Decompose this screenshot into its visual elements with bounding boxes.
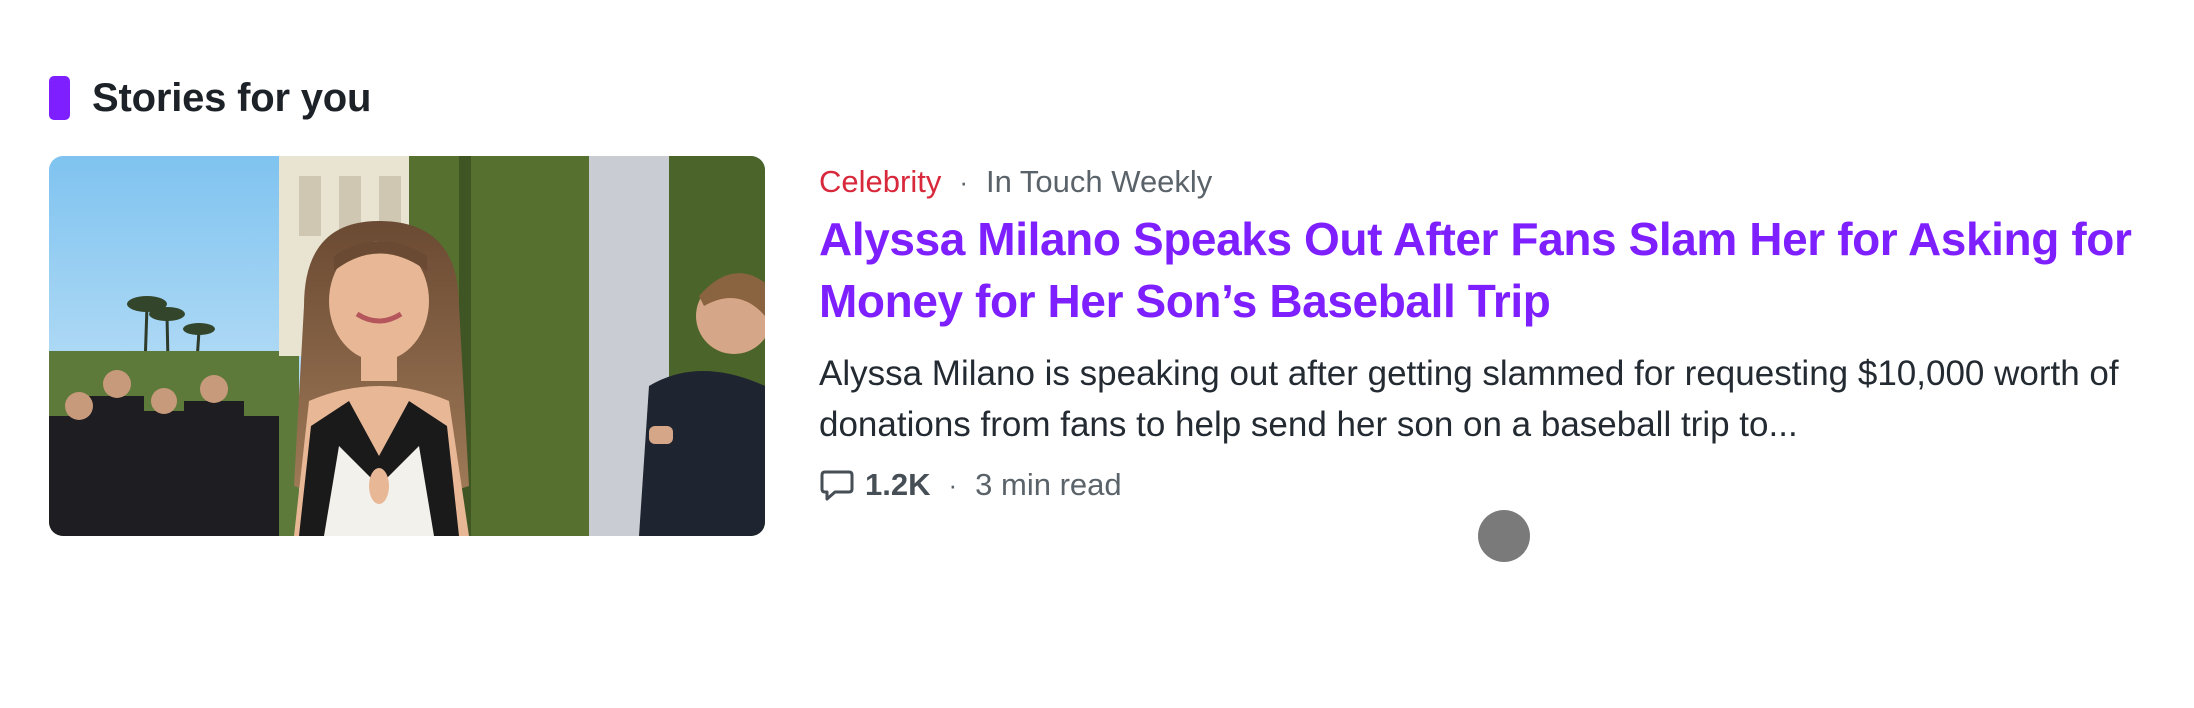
story-thumbnail[interactable] xyxy=(49,156,765,536)
meta-separator: · xyxy=(959,166,968,197)
section-header: Stories for you xyxy=(49,72,371,124)
story-footer: 1.2K · 3 min read xyxy=(819,460,1122,510)
read-time: 3 min read xyxy=(975,467,1122,502)
story-provider: In Touch Weekly xyxy=(986,164,1213,199)
section-accent-bar xyxy=(49,76,70,120)
comment-bubble-icon[interactable] xyxy=(819,468,855,502)
story-card[interactable]: Celebrity · In Touch Weekly Alyssa Milan… xyxy=(49,156,2159,536)
touch-indicator xyxy=(1478,510,1530,562)
footer-separator: · xyxy=(948,469,958,500)
story-headline[interactable]: Alyssa Milano Speaks Out After Fans Slam… xyxy=(819,208,2159,332)
story-summary: Alyssa Milano is speaking out after gett… xyxy=(819,354,2119,444)
story-category[interactable]: Celebrity xyxy=(819,164,941,200)
story-meta: Celebrity · In Touch Weekly xyxy=(819,158,1212,206)
section-title: Stories for you xyxy=(92,75,372,120)
story-thumbnail-image xyxy=(49,156,765,536)
comment-count[interactable]: 1.2K xyxy=(865,467,930,503)
